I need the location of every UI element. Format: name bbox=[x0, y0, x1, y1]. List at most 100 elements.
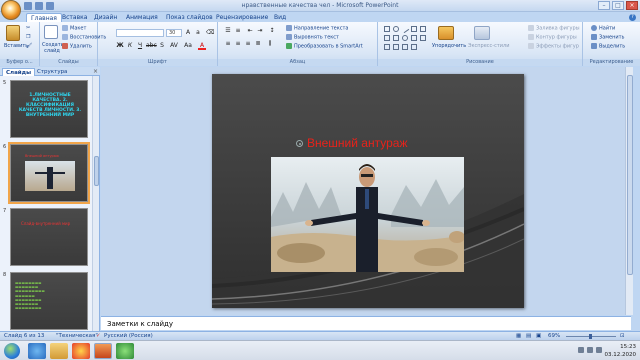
new-slide-button[interactable]: Создать слайд bbox=[42, 42, 64, 54]
format-painter-icon[interactable]: 🖌 bbox=[26, 43, 32, 49]
slide-thumbnail-6[interactable]: 6 Внешний антураж bbox=[1, 142, 91, 204]
text-direction-button[interactable]: Направление текста bbox=[286, 25, 348, 32]
select-icon bbox=[591, 43, 597, 49]
shape-circle-icon[interactable] bbox=[402, 35, 408, 41]
close-button[interactable]: × bbox=[626, 1, 638, 10]
explorer-icon[interactable] bbox=[50, 343, 68, 359]
tab-slides[interactable]: Слайды bbox=[2, 68, 36, 76]
powerpoint-taskbar-icon[interactable] bbox=[94, 343, 112, 359]
shape-fill-button[interactable]: Заливка фигуры bbox=[528, 25, 580, 32]
shape-more-icon[interactable] bbox=[411, 44, 417, 50]
shape-bracket-icon[interactable] bbox=[393, 35, 399, 41]
arrange-button[interactable]: Упорядочить bbox=[432, 43, 466, 49]
shape-outline-button[interactable]: Контур фигуры bbox=[528, 34, 577, 41]
select-button[interactable]: Выделить bbox=[591, 43, 625, 50]
shape-flow-icon[interactable] bbox=[393, 44, 399, 50]
shape-effects-button[interactable]: Эффекты фигур bbox=[528, 43, 579, 50]
network-icon[interactable] bbox=[587, 347, 593, 353]
ie-icon[interactable] bbox=[28, 343, 46, 359]
slide-photo[interactable] bbox=[271, 157, 464, 272]
columns-icon[interactable]: ⫼ bbox=[266, 40, 274, 48]
scrollbar-thumb[interactable] bbox=[94, 156, 99, 186]
shape-callout-icon[interactable] bbox=[420, 35, 426, 41]
align-left-icon[interactable]: ≡ bbox=[224, 40, 232, 48]
italic-icon[interactable]: К bbox=[126, 42, 134, 50]
minimize-button[interactable]: – bbox=[598, 1, 610, 10]
notes-area[interactable]: Заметки к слайду bbox=[101, 316, 631, 330]
align-text-icon bbox=[286, 34, 292, 40]
find-button[interactable]: Найти bbox=[591, 25, 615, 32]
shape-star-icon[interactable] bbox=[411, 35, 417, 41]
line-spacing-icon[interactable]: ↕ bbox=[268, 27, 276, 35]
tab-animation[interactable]: Анимация bbox=[122, 13, 162, 22]
help-icon[interactable]: ? bbox=[629, 14, 636, 21]
tab-view[interactable]: Вид bbox=[270, 13, 290, 22]
current-slide[interactable]: Внешний антураж bbox=[212, 74, 524, 308]
justify-icon[interactable]: ≣ bbox=[254, 40, 262, 48]
shape-oval-icon[interactable] bbox=[393, 26, 399, 32]
zoom-slider-knob[interactable] bbox=[589, 334, 592, 339]
slides-pane-scrollbar[interactable] bbox=[92, 76, 99, 332]
slide-thumbnail-7[interactable]: 7 Слайд-внутренний мир bbox=[1, 208, 91, 268]
grow-font-icon[interactable]: A bbox=[184, 29, 192, 37]
layout-button[interactable]: Макет bbox=[62, 25, 86, 32]
underline-icon[interactable]: Ч bbox=[136, 42, 144, 50]
quick-styles-icon[interactable] bbox=[474, 26, 490, 40]
replace-button[interactable]: Заменить bbox=[591, 34, 625, 41]
slide-title[interactable]: Внешний антураж bbox=[307, 136, 407, 150]
spacing-icon[interactable]: AV bbox=[170, 42, 178, 50]
recorder-icon[interactable] bbox=[116, 343, 134, 359]
flag-icon[interactable] bbox=[578, 347, 584, 353]
tab-outline[interactable]: Структура bbox=[34, 68, 70, 76]
shape-heart-icon[interactable] bbox=[402, 44, 408, 50]
tab-slideshow[interactable]: Показ слайдов bbox=[162, 13, 217, 22]
tab-home[interactable]: Главная bbox=[26, 13, 62, 22]
tab-insert[interactable]: Вставка bbox=[58, 13, 91, 22]
font-name-input[interactable] bbox=[116, 29, 164, 37]
shrink-font-icon[interactable]: a bbox=[194, 29, 202, 37]
increase-indent-icon[interactable]: ⇥ bbox=[256, 27, 264, 35]
bullets-icon[interactable]: ☰ bbox=[224, 27, 232, 35]
numbering-icon[interactable]: ≡ bbox=[234, 27, 242, 35]
arrange-icon[interactable] bbox=[438, 26, 454, 40]
shape-line-icon[interactable] bbox=[400, 24, 410, 34]
tab-review[interactable]: Рецензирование bbox=[212, 13, 272, 22]
start-button[interactable] bbox=[4, 343, 20, 359]
paste-button[interactable]: Вставить bbox=[4, 43, 28, 49]
align-center-icon[interactable]: ≡ bbox=[234, 40, 242, 48]
align-right-icon[interactable]: ≡ bbox=[244, 40, 252, 48]
copy-icon[interactable]: ❐ bbox=[26, 34, 30, 40]
delete-button[interactable]: Удалить bbox=[62, 43, 92, 50]
bold-icon[interactable]: Ж bbox=[116, 42, 124, 50]
shape-brace-icon[interactable] bbox=[384, 44, 390, 50]
canvas-scrollbar[interactable] bbox=[625, 67, 633, 315]
clock[interactable]: 15:23 03.12.2020 bbox=[605, 343, 637, 359]
cut-icon[interactable]: ✂ bbox=[26, 25, 30, 31]
maximize-button[interactable]: □ bbox=[612, 1, 624, 10]
decrease-indent-icon[interactable]: ⇤ bbox=[246, 27, 254, 35]
strikethrough-icon[interactable]: abc bbox=[146, 42, 157, 50]
shape-arrow-icon[interactable] bbox=[411, 26, 417, 32]
shape-triangle-icon[interactable] bbox=[420, 26, 426, 32]
clear-format-icon[interactable]: ⌫ bbox=[206, 29, 214, 37]
shadow-icon[interactable]: S bbox=[158, 42, 166, 50]
slide-thumbnail-5[interactable]: 5 1.ЛИЧНОСТНЫЕ КАЧЕСТВА. 2. КЛАССИФИКАЦИ… bbox=[1, 80, 91, 140]
align-text-button[interactable]: Выровнять текст bbox=[286, 34, 339, 41]
font-color-icon[interactable]: A bbox=[198, 42, 206, 50]
quick-styles-button[interactable]: Экспресс-стили bbox=[468, 43, 509, 49]
office-button[interactable] bbox=[1, 0, 21, 20]
smartart-button[interactable]: Преобразовать в SmartArt bbox=[286, 43, 363, 50]
shape-rounded-rect-icon[interactable] bbox=[384, 35, 390, 41]
chrome-icon[interactable] bbox=[72, 343, 90, 359]
volume-icon[interactable] bbox=[596, 347, 602, 353]
shape-fill-label: Заливка фигуры bbox=[536, 25, 580, 32]
pane-close-icon[interactable]: × bbox=[93, 68, 98, 75]
slide-thumbnail-8[interactable]: 8 ▬▬▬▬▬▬▬▬ ▬▬▬▬▬▬▬ ▬▬▬▬▬▬▬▬▬ ▬▬▬▬▬▬ ▬▬▬▬▬▬▬▬… bbox=[1, 272, 91, 332]
paste-icon[interactable] bbox=[6, 25, 20, 41]
font-size-input[interactable]: 30 bbox=[166, 29, 182, 37]
scrollbar-thumb[interactable] bbox=[627, 75, 633, 275]
shape-rect-icon[interactable] bbox=[384, 26, 390, 32]
case-icon[interactable]: Aa bbox=[184, 42, 192, 50]
new-slide-icon[interactable] bbox=[44, 25, 58, 39]
tab-design[interactable]: Дизайн bbox=[90, 13, 121, 22]
